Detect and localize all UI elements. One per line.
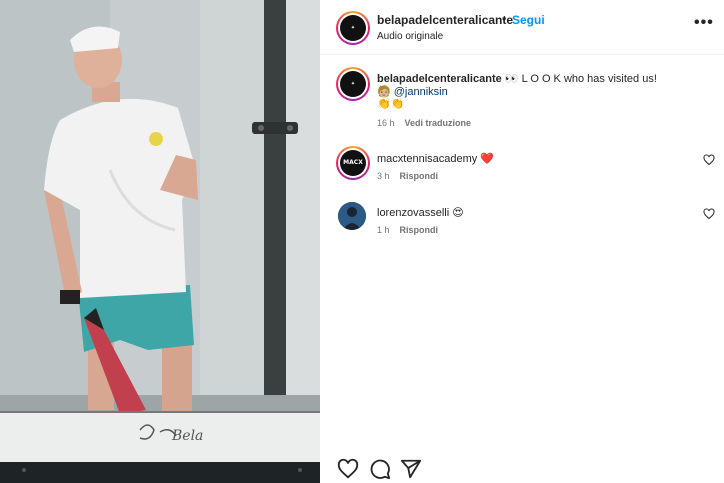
share-icon[interactable] — [400, 458, 422, 480]
post-actions-bar — [320, 458, 724, 483]
heart-icon[interactable] — [337, 458, 359, 480]
caption-line-3: 👏👏 — [377, 97, 404, 110]
post-detail-panel: ✦ belapadelcenteralicante • Segui Audio … — [320, 0, 724, 483]
account-avatar-logo: ✦ — [340, 15, 366, 41]
account-avatar[interactable]: ✦ — [336, 11, 370, 45]
reply-button[interactable]: Rispondi — [400, 171, 439, 181]
like-comment-heart-icon[interactable] — [703, 154, 715, 166]
caption-time[interactable]: 16 h — [377, 118, 395, 128]
comment-time[interactable]: 3 h — [377, 171, 390, 181]
follow-button[interactable]: Segui — [512, 13, 545, 27]
caption-avatar[interactable]: ✦ — [336, 67, 370, 101]
board-signature: Bela — [171, 428, 203, 444]
comment-meta: 1 h Rispondi — [377, 225, 438, 235]
eyes-emoji-icon: 👀 — [504, 73, 519, 85]
account-username[interactable]: belapadelcenteralicante — [377, 13, 513, 27]
post-header: ✦ belapadelcenteralicante • Segui Audio … — [320, 0, 724, 55]
comment-item: lorenzovasselli 😍 1 h Rispondi — [320, 200, 724, 240]
more-options-icon[interactable]: ••• — [694, 14, 714, 32]
video-frame: Bela — [0, 0, 320, 483]
see-translation-link[interactable]: Vedi traduzione — [405, 118, 472, 128]
comment-text: macxtennisacademy ❤️ — [377, 152, 494, 165]
comment-time[interactable]: 1 h — [377, 225, 390, 235]
commenter-avatar-logo: MACX TENNIS — [340, 150, 366, 176]
audio-label[interactable]: Audio originale — [377, 31, 443, 42]
comment-meta: 3 h Rispondi — [377, 171, 438, 181]
caption-username[interactable]: belapadelcenteralicante — [377, 73, 502, 85]
caption-meta: 16 h Vedi traduzione — [377, 118, 471, 128]
heart-eyes-emoji-icon: 😍 — [452, 207, 464, 219]
reply-button[interactable]: Rispondi — [400, 225, 439, 235]
like-comment-heart-icon[interactable] — [703, 208, 715, 220]
commenter-username[interactable]: macxtennisacademy — [377, 153, 477, 165]
commenter-avatar[interactable] — [338, 202, 366, 230]
caption-text: L O O K who has visited us! — [521, 73, 657, 85]
comment-icon[interactable] — [369, 458, 391, 480]
commenter-avatar-image — [338, 202, 366, 230]
separator-dot: • — [502, 12, 507, 26]
heart-emoji-icon: ❤️ — [480, 153, 495, 165]
commenter-avatar[interactable]: MACX TENNIS — [336, 146, 370, 180]
caption-line-1: belapadelcenteralicante 👀 L O O K who ha… — [377, 72, 657, 85]
clap-emoji-icon: 👏👏 — [377, 98, 405, 110]
comment-item: MACX TENNIS macxtennisacademy ❤️ 3 h Risp… — [320, 146, 724, 186]
post-media-video[interactable]: Bela — [0, 0, 320, 483]
caption-avatar-logo: ✦ — [340, 71, 366, 97]
commenter-username[interactable]: lorenzovasselli — [377, 207, 449, 219]
comment-text: lorenzovasselli 😍 — [377, 206, 464, 219]
